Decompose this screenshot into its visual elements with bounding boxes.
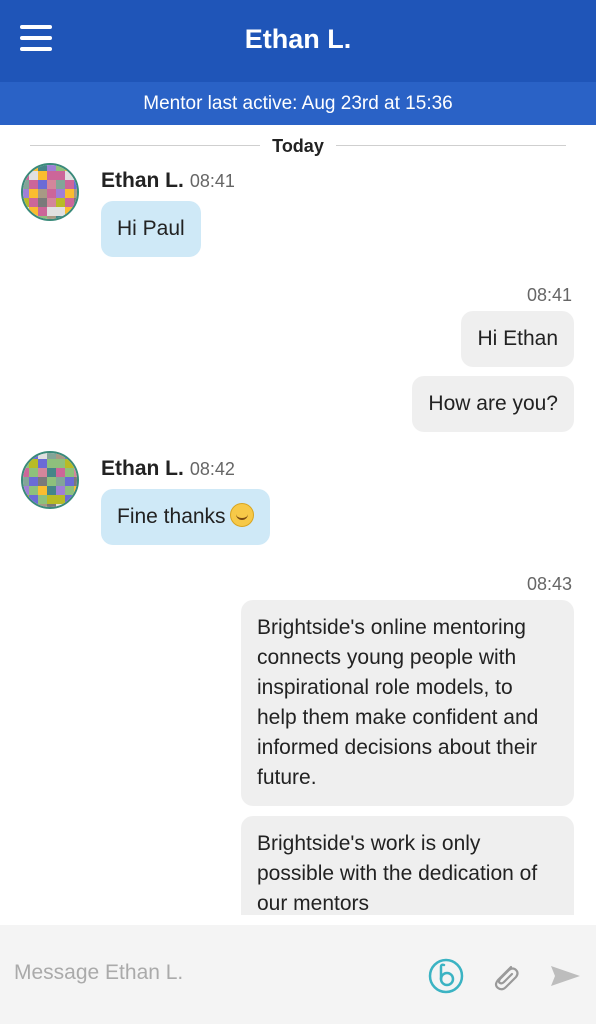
sender-name: Ethan L. 08:41 bbox=[101, 169, 235, 193]
brightside-logo-icon[interactable] bbox=[428, 958, 464, 994]
smiling-face-emoji-icon bbox=[229, 503, 254, 527]
date-divider: Today bbox=[30, 133, 566, 159]
sender-label: Ethan L. bbox=[101, 169, 184, 192]
message-list[interactable]: Today Ethan L. 08:41 Hi Paul 08:41 Hi Eth… bbox=[0, 125, 596, 915]
outgoing-message-bubble[interactable]: Brightside's online mentoring connects y… bbox=[241, 600, 574, 806]
date-divider-label: Today bbox=[272, 136, 324, 156]
message-input[interactable]: Message Ethan L. bbox=[14, 961, 183, 985]
message-time: 08:42 bbox=[189, 459, 235, 479]
avatar[interactable] bbox=[21, 163, 79, 221]
sender-label: Ethan L. bbox=[101, 457, 184, 480]
mentor-status-bar: Mentor last active: Aug 23rd at 15:36 bbox=[0, 82, 596, 125]
avatar[interactable] bbox=[21, 451, 79, 509]
message-composer: Message Ethan L. bbox=[0, 925, 596, 1024]
outgoing-message-bubble[interactable]: Brightside's work is only possible with … bbox=[241, 816, 574, 915]
sender-name: Ethan L. 08:42 bbox=[101, 457, 235, 481]
chat-title: Ethan L. bbox=[244, 24, 352, 54]
message-text: Fine thanks bbox=[117, 505, 226, 528]
outgoing-message-bubble[interactable]: Hi Ethan bbox=[461, 311, 574, 367]
incoming-message-bubble[interactable]: Fine thanks bbox=[101, 489, 270, 545]
message-time: 08:43 bbox=[526, 574, 572, 594]
app-header: Ethan L. bbox=[0, 0, 596, 82]
message-time: 08:41 bbox=[189, 171, 235, 191]
send-icon[interactable] bbox=[547, 958, 583, 994]
incoming-message-bubble[interactable]: Hi Paul bbox=[101, 201, 201, 257]
message-time: 08:41 bbox=[526, 285, 572, 305]
outgoing-message-bubble[interactable]: How are you? bbox=[412, 376, 574, 432]
paperclip-icon[interactable] bbox=[487, 958, 523, 994]
